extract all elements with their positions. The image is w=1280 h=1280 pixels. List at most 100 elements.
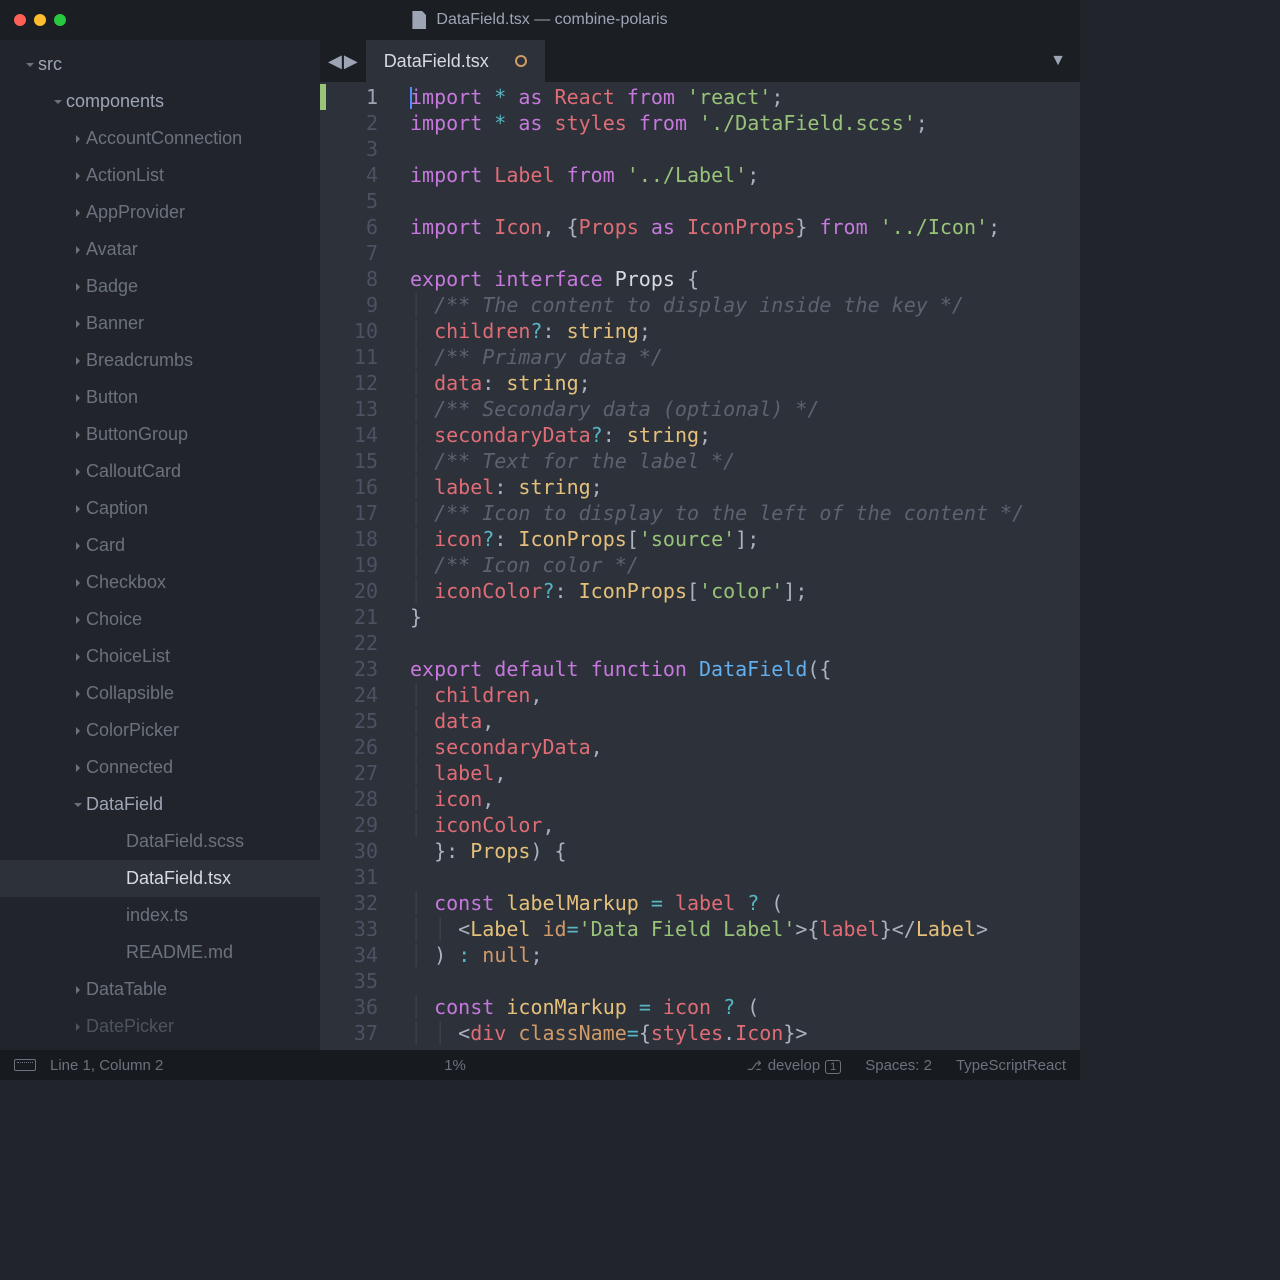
tree-folder-src[interactable]: src — [0, 46, 320, 83]
cursor-position[interactable]: Line 1, Column 2 — [50, 1057, 163, 1074]
tree-label: Caption — [86, 498, 148, 519]
chevron-right-icon — [70, 615, 86, 625]
tree-item[interactable]: Button — [0, 379, 320, 416]
tree-item[interactable]: Avatar — [0, 231, 320, 268]
file-tree[interactable]: src components AccountConnection ActionLi… — [0, 40, 320, 1050]
tree-item[interactable]: Breadcrumbs — [0, 342, 320, 379]
editor-window: DataField.tsx — combine-polaris src comp… — [0, 0, 1080, 1080]
minimize-button[interactable] — [34, 14, 46, 26]
tree-item[interactable]: Card — [0, 527, 320, 564]
indent-setting[interactable]: Spaces: 2 — [865, 1057, 932, 1074]
tree-label: DataTable — [86, 979, 167, 1000]
tree-label: Button — [86, 387, 138, 408]
tree-item[interactable]: Badge — [0, 268, 320, 305]
keyboard-icon[interactable] — [14, 1059, 36, 1071]
editor-pane: ◀ ▶ DataField.tsx ▼ 12345678910111213141… — [320, 40, 1080, 1050]
tree-folder-datafield[interactable]: DataField — [0, 786, 320, 823]
tree-label: index.ts — [126, 905, 188, 926]
tree-label: ColorPicker — [86, 720, 179, 741]
tree-label: Choice — [86, 609, 142, 630]
scroll-percent: 1% — [444, 1057, 466, 1074]
tree-file[interactable]: DataField.scss — [0, 823, 320, 860]
tree-item[interactable]: ColorPicker — [0, 712, 320, 749]
tree-label: Card — [86, 535, 125, 556]
tree-label: Collapsible — [86, 683, 174, 704]
tree-label: DataField — [86, 794, 163, 815]
chevron-right-icon — [70, 319, 86, 329]
chevron-right-icon — [70, 171, 86, 181]
maximize-button[interactable] — [54, 14, 66, 26]
tree-label: Badge — [86, 276, 138, 297]
tree-label: AppProvider — [86, 202, 185, 223]
tab-bar: ◀ ▶ DataField.tsx ▼ — [320, 40, 1080, 82]
tree-label: Breadcrumbs — [86, 350, 193, 371]
tree-label: Checkbox — [86, 572, 166, 593]
language-mode[interactable]: TypeScriptReact — [956, 1057, 1066, 1074]
tree-label: components — [66, 91, 164, 112]
tree-label: ButtonGroup — [86, 424, 188, 445]
chevron-right-icon — [70, 689, 86, 699]
nav-back-icon[interactable]: ◀ — [328, 51, 342, 72]
dirty-indicator-icon — [515, 55, 527, 67]
tree-item[interactable]: Collapsible — [0, 675, 320, 712]
tree-item[interactable]: AppProvider — [0, 194, 320, 231]
tab-active[interactable]: DataField.tsx — [366, 40, 545, 82]
tree-item[interactable]: AccountConnection — [0, 120, 320, 157]
tree-item[interactable]: ChoiceList — [0, 638, 320, 675]
chevron-right-icon — [70, 467, 86, 477]
close-button[interactable] — [14, 14, 26, 26]
tab-label: DataField.tsx — [384, 51, 489, 72]
chevron-right-icon — [70, 208, 86, 218]
git-diff-marker — [320, 84, 326, 110]
tree-file[interactable]: index.ts — [0, 897, 320, 934]
chevron-right-icon — [70, 245, 86, 255]
tree-item[interactable]: DatePicker — [0, 1008, 320, 1045]
window-title-text: DataField.tsx — combine-polaris — [436, 11, 667, 29]
branch-badge: 1 — [825, 1060, 841, 1074]
chevron-right-icon — [70, 430, 86, 440]
tree-label: AccountConnection — [86, 128, 242, 149]
tree-file[interactable]: DataField.tsx — [0, 860, 320, 897]
tree-item[interactable]: Choice — [0, 601, 320, 638]
tree-label: ChoiceList — [86, 646, 170, 667]
chevron-right-icon — [70, 726, 86, 736]
code-content[interactable]: import * as React from 'react';import * … — [398, 82, 1024, 1050]
code-editor[interactable]: 1234567891011121314151617181920212223242… — [320, 82, 1080, 1050]
tree-label: DatePicker — [86, 1016, 174, 1037]
tree-folder-components[interactable]: components — [0, 83, 320, 120]
chevron-right-icon — [70, 134, 86, 144]
tree-item[interactable]: CalloutCard — [0, 453, 320, 490]
chevron-right-icon — [70, 356, 86, 366]
traffic-lights — [14, 14, 66, 26]
tree-file[interactable]: README.md — [0, 934, 320, 971]
chevron-right-icon — [70, 763, 86, 773]
tree-item[interactable]: ActionList — [0, 157, 320, 194]
chevron-down-icon — [22, 60, 38, 70]
git-branch[interactable]: develop1 — [747, 1057, 842, 1074]
chevron-right-icon — [70, 1022, 86, 1032]
chevron-right-icon — [70, 282, 86, 292]
tree-label: Banner — [86, 313, 144, 334]
tree-item[interactable]: DataTable — [0, 971, 320, 1008]
tree-label: DataField.scss — [126, 831, 244, 852]
tree-label: CalloutCard — [86, 461, 181, 482]
tree-item[interactable]: ButtonGroup — [0, 416, 320, 453]
line-gutter: 1234567891011121314151617181920212223242… — [320, 82, 398, 1050]
file-icon — [412, 11, 426, 29]
git-branch-icon — [747, 1057, 768, 1074]
chevron-right-icon — [70, 541, 86, 551]
tree-label: Avatar — [86, 239, 138, 260]
tree-item[interactable]: Connected — [0, 749, 320, 786]
tree-item[interactable]: Caption — [0, 490, 320, 527]
tree-label: Connected — [86, 757, 173, 778]
titlebar: DataField.tsx — combine-polaris — [0, 0, 1080, 40]
tab-menu-icon[interactable]: ▼ — [1050, 52, 1066, 70]
tree-item[interactable]: Banner — [0, 305, 320, 342]
tree-label: README.md — [126, 942, 233, 963]
tree-item[interactable]: Checkbox — [0, 564, 320, 601]
tree-label: DataField.tsx — [126, 868, 231, 889]
status-bar: Line 1, Column 2 1% develop1 Spaces: 2 T… — [0, 1050, 1080, 1080]
nav-forward-icon[interactable]: ▶ — [344, 51, 358, 72]
tree-label: ActionList — [86, 165, 164, 186]
window-title: DataField.tsx — combine-polaris — [0, 11, 1080, 29]
